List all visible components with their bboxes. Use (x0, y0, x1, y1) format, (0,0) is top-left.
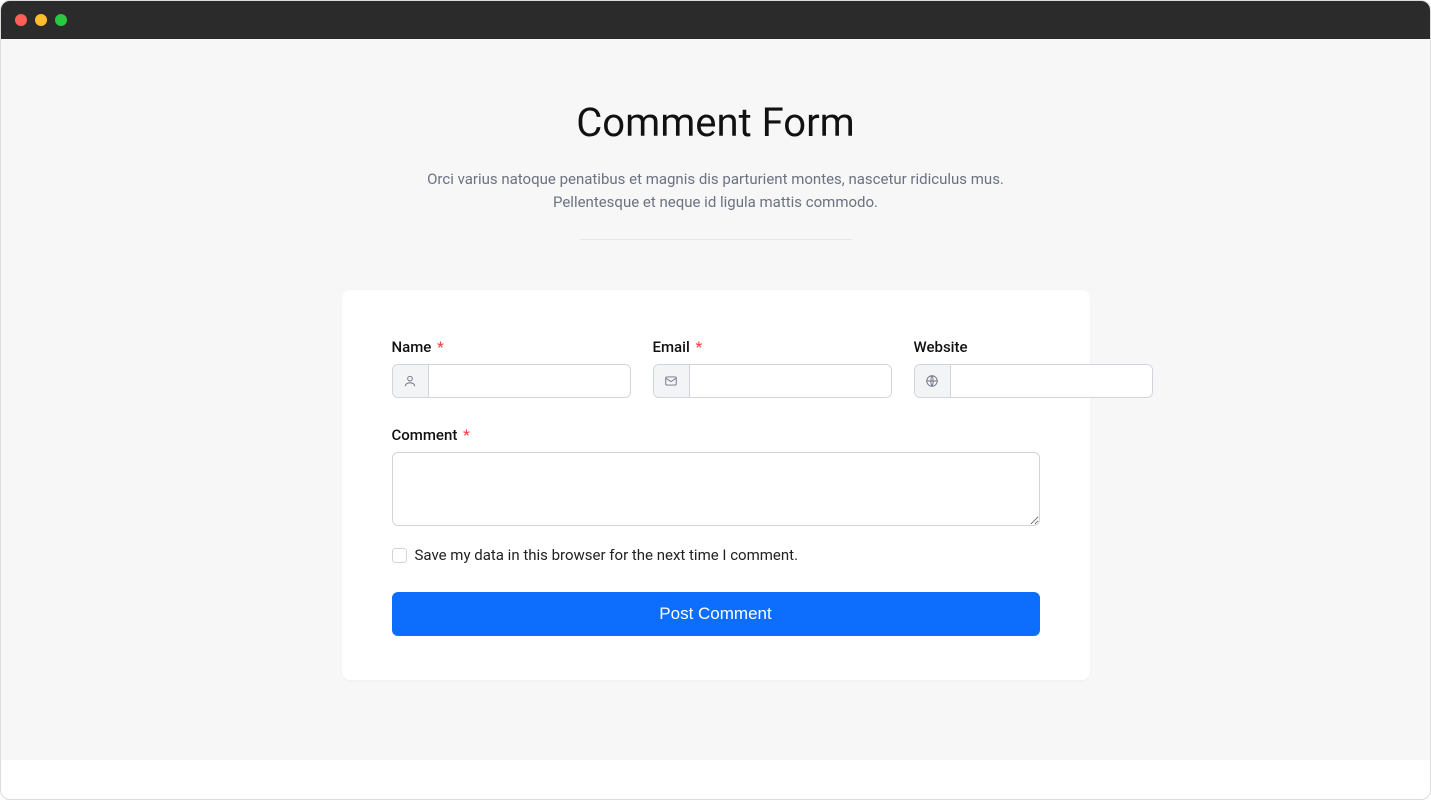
name-label-text: Name (392, 338, 432, 356)
comment-label: Comment * (392, 426, 1040, 444)
minimize-window-button[interactable] (35, 14, 47, 26)
comment-required-marker: * (463, 426, 470, 444)
website-input-group (914, 364, 1153, 398)
email-field: Email * (653, 338, 892, 398)
post-comment-button[interactable]: Post Comment (392, 592, 1040, 636)
comment-label-text: Comment (392, 426, 458, 444)
mail-icon (654, 365, 690, 397)
website-input[interactable] (951, 365, 1152, 397)
page-subtitle: Orci varius natoque penatibus et magnis … (396, 168, 1036, 213)
comment-form-card: Name * Email * (342, 290, 1090, 680)
name-required-marker: * (437, 338, 444, 356)
titlebar (1, 1, 1430, 39)
website-label: Website (914, 338, 1153, 356)
form-row-top: Name * Email * (392, 338, 1040, 398)
globe-icon (915, 365, 951, 397)
name-input[interactable] (429, 365, 630, 397)
email-label: Email * (653, 338, 892, 356)
app-window: Comment Form Orci varius natoque penatib… (0, 0, 1431, 800)
page-header: Comment Form Orci varius natoque penatib… (316, 99, 1116, 240)
page-body: Comment Form Orci varius natoque penatib… (1, 39, 1430, 760)
comment-field: Comment * (392, 426, 1040, 526)
window-controls (15, 14, 67, 26)
email-label-text: Email (653, 338, 690, 356)
page-title: Comment Form (316, 99, 1116, 146)
website-label-text: Website (914, 338, 968, 356)
header-divider (580, 239, 852, 240)
email-input-group (653, 364, 892, 398)
save-data-checkbox[interactable] (392, 548, 407, 563)
save-data-row: Save my data in this browser for the nex… (392, 546, 1040, 564)
name-input-group (392, 364, 631, 398)
email-input[interactable] (690, 365, 891, 397)
name-field: Name * (392, 338, 631, 398)
maximize-window-button[interactable] (55, 14, 67, 26)
website-field: Website (914, 338, 1153, 398)
name-label: Name * (392, 338, 631, 356)
close-window-button[interactable] (15, 14, 27, 26)
comment-textarea[interactable] (392, 452, 1040, 526)
user-icon (393, 365, 429, 397)
save-data-label[interactable]: Save my data in this browser for the nex… (415, 546, 799, 564)
email-required-marker: * (696, 338, 703, 356)
